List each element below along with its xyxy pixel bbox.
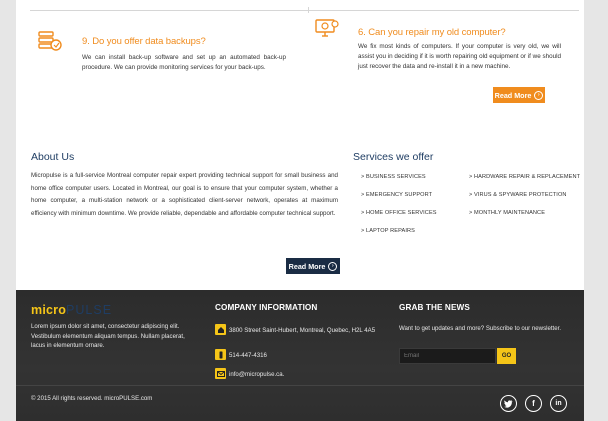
- company-heading: COMPANY INFORMATION: [215, 303, 318, 312]
- about-heading: About Us: [31, 151, 75, 163]
- service-title: 6. Can you repair my old computer?: [358, 27, 506, 38]
- news-text: Want to get updates and more? Subscribe …: [399, 325, 562, 332]
- service-link[interactable]: > EMERGENCY SUPPORT: [361, 192, 432, 198]
- service-link[interactable]: > BUSINESS SERVICES: [361, 174, 426, 180]
- computer-repair-icon: [314, 16, 340, 42]
- arrow-circle-icon: ›: [534, 90, 544, 100]
- newsletter-email-input[interactable]: [399, 348, 496, 364]
- address-text: 3800 Street Saint-Hubert, Montreal, Queb…: [229, 327, 376, 334]
- footer-tagline: Lorem ipsum dolor sit amet, consectetur …: [31, 323, 185, 349]
- read-more-label: Read More: [494, 90, 532, 100]
- service-link[interactable]: > LAPTOP REPAIRS: [361, 228, 415, 234]
- read-more-label: Read More: [288, 261, 326, 271]
- service-text: We fix most kinds of computers. If your …: [358, 43, 562, 70]
- home-icon: [215, 324, 226, 335]
- about-text: Micropulse is a full-service Montreal co…: [31, 172, 338, 217]
- phone-text[interactable]: 514-447-4316: [229, 351, 267, 361]
- linkedin-icon[interactable]: in: [550, 395, 567, 412]
- footer-divider: [16, 385, 584, 386]
- mail-icon: [215, 368, 226, 379]
- twitter-icon[interactable]: [500, 395, 517, 412]
- news-heading: GRAB THE NEWS: [399, 303, 470, 312]
- divider: [30, 10, 309, 11]
- divider: [308, 7, 579, 13]
- newsletter-go-button[interactable]: GO: [497, 348, 516, 364]
- phone-icon: [215, 349, 226, 360]
- facebook-icon[interactable]: f: [525, 395, 542, 412]
- service-link[interactable]: > HARDWARE REPAIR & REPLACEMENT: [469, 174, 580, 180]
- logo[interactable]: microPULSE: [31, 303, 112, 317]
- server-backup-icon: [37, 28, 63, 54]
- service-link[interactable]: > VIRUS & SPYWARE PROTECTION: [469, 192, 567, 198]
- copyright-text: © 2015 All rights reserved. microPULSE.c…: [31, 395, 153, 402]
- service-link[interactable]: > MONTHLY MAINTENANCE: [469, 210, 545, 216]
- read-more-button[interactable]: Read More ›: [493, 87, 545, 103]
- email-text[interactable]: info@micropulse.ca.: [229, 370, 284, 380]
- about-read-more-button[interactable]: Read More ›: [286, 258, 340, 274]
- service-link[interactable]: > HOME OFFICE SERVICES: [361, 210, 437, 216]
- service-text: We can install back-up software and set …: [82, 54, 286, 71]
- service-title: 9. Do you offer data backups?: [82, 36, 206, 47]
- arrow-circle-icon: ›: [328, 261, 338, 271]
- services-heading: Services we offer: [353, 151, 434, 163]
